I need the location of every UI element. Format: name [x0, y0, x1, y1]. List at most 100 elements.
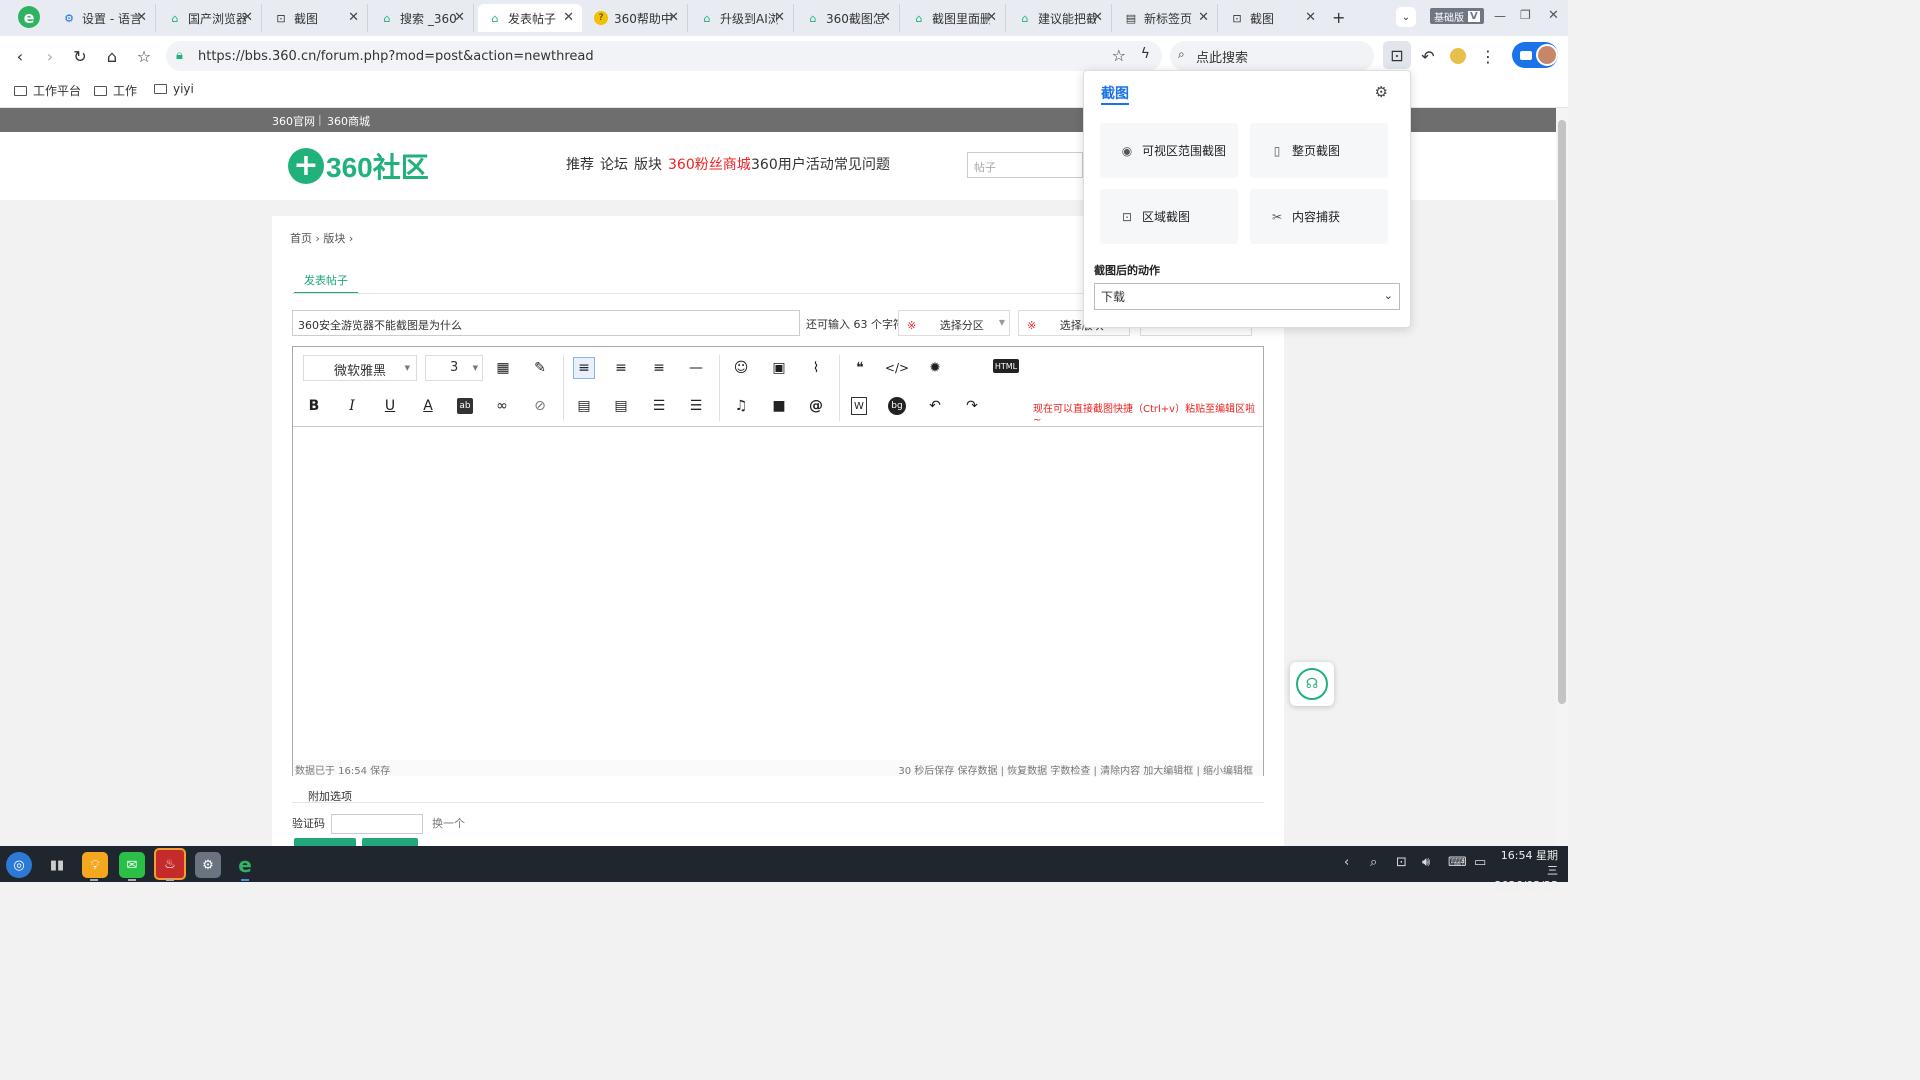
align-left-icon[interactable]: ≡	[573, 357, 595, 379]
visible-area-screenshot-button[interactable]: ◉ 可视区范围截图	[1100, 123, 1238, 178]
app-red-icon[interactable]: ♨	[154, 848, 186, 880]
nav-fan-mall[interactable]: 360粉丝商城	[668, 154, 751, 174]
link-360-official[interactable]: 360官网	[272, 113, 315, 129]
scrollbar-thumb[interactable]	[1558, 120, 1566, 704]
site-logo[interactable]: + 360社区	[288, 146, 429, 186]
app-light-icon[interactable]: 💡︎	[82, 852, 108, 878]
nav-faq[interactable]: 常见问题	[834, 154, 890, 174]
undo-icon[interactable]: ↶	[924, 395, 946, 417]
close-icon[interactable]: ✕	[136, 10, 147, 25]
breadcrumb-boards[interactable]: 版块	[323, 232, 345, 245]
new-tab-plus-icon[interactable]: +	[1332, 8, 1345, 27]
volume-icon[interactable]: 🔊︎	[1422, 855, 1430, 870]
full-page-screenshot-button[interactable]: ▯ 整页截图	[1250, 123, 1388, 178]
close-icon[interactable]: ✕	[242, 10, 253, 25]
background-image-icon[interactable]: bg	[888, 397, 906, 415]
editor-content-area[interactable]	[293, 428, 1263, 760]
region-screenshot-button[interactable]: ⊡ 区域截图	[1100, 189, 1238, 244]
tab-list-chevron-down-icon[interactable]: ⌄	[1396, 7, 1416, 27]
ordered-list-icon[interactable]: ☰	[648, 395, 670, 417]
align-center-icon[interactable]: ≡	[610, 357, 632, 379]
float-right-icon[interactable]: ▤	[610, 395, 632, 417]
close-icon[interactable]: ✕	[1092, 10, 1103, 25]
forward-arrow-icon[interactable]: ›	[38, 44, 62, 68]
menu-icon[interactable]: ⋮	[1476, 44, 1500, 68]
network-icon[interactable]: ⊡	[1396, 855, 1407, 870]
keyboard-icon[interactable]: ⌨	[1448, 855, 1467, 870]
settings-app-icon[interactable]: ⚙	[195, 852, 221, 878]
tab-search[interactable]: ⌂ 搜索 _360 ✕	[370, 4, 474, 32]
start-menu-icon[interactable]: ◎	[6, 852, 32, 878]
tab-screenshot-delete[interactable]: ⌂ 截图里面删 ✕	[902, 4, 1006, 32]
word-import-icon[interactable]: W	[851, 397, 867, 415]
close-icon[interactable]: ✕	[348, 10, 359, 25]
nav-recommend[interactable]: 推荐	[566, 154, 594, 174]
undo-icon[interactable]: ↶	[1416, 44, 1440, 68]
bookmark-folder-work[interactable]: 工作	[94, 82, 137, 99]
nav-user-activity[interactable]: 360用户活动	[751, 154, 834, 174]
task-view-icon[interactable]: ▮▮	[44, 852, 70, 878]
user-avatar[interactable]	[1512, 42, 1558, 68]
notification-icon[interactable]: ▭	[1474, 855, 1486, 870]
tab-screenshot-1[interactable]: ⊡ 截图 ✕	[264, 4, 368, 32]
tray-search-icon[interactable]: ⌕	[1370, 855, 1377, 870]
tab-new-thread-form[interactable]: 发表帖子	[294, 272, 358, 294]
close-icon[interactable]: ✕	[986, 10, 997, 25]
free-tag-icon[interactable]: ✹	[924, 357, 946, 379]
lightning-icon[interactable]: ϟ	[1141, 46, 1150, 62]
format-brush-icon[interactable]: ✎	[529, 357, 551, 379]
quote-icon[interactable]: ❝	[849, 357, 871, 379]
save-draft-button[interactable]	[362, 838, 418, 846]
minimize-icon[interactable]: —	[1494, 9, 1506, 23]
nav-boards[interactable]: 版块	[634, 154, 662, 174]
customer-service-button[interactable]: ☊	[1290, 662, 1334, 706]
extension-icon[interactable]	[1450, 48, 1466, 64]
nav-forum[interactable]: 论坛	[600, 154, 628, 174]
italic-icon[interactable]: I	[341, 395, 363, 417]
tray-expand-chevron-icon[interactable]: ‹	[1344, 855, 1349, 870]
code-icon[interactable]: </>	[885, 357, 909, 379]
browser-taskbar-icon[interactable]: e	[232, 852, 258, 878]
table-icon[interactable]: ▦	[492, 357, 514, 379]
bookmark-folder-work-platform[interactable]: 工作平台	[14, 82, 81, 99]
select-zone-dropdown[interactable]: ※ 选择分区 ▼	[898, 310, 1010, 336]
captcha-input[interactable]	[330, 814, 423, 834]
tab-settings[interactable]: ⚙ 设置 - 语言 ✕	[52, 4, 156, 32]
close-icon[interactable]: ✕	[668, 10, 679, 25]
editor-actions[interactable]: 30 秒后保存 保存数据 | 恢复数据 字数检查 | 清除内容 加大编辑框 | …	[898, 762, 1253, 777]
close-icon[interactable]: ✕	[880, 10, 891, 25]
post-title-input[interactable]: 360安全游览器不能截图是为什么	[292, 310, 800, 336]
unordered-list-icon[interactable]: ☰	[685, 395, 707, 417]
back-arrow-icon[interactable]: ‹	[8, 44, 32, 68]
tab-new-tab[interactable]: ▤ 新标签页 ✕	[1114, 4, 1218, 32]
video-icon[interactable]: ■	[768, 395, 790, 417]
bookmark-star-icon[interactable]: ☆	[132, 44, 156, 68]
redo-icon[interactable]: ↷	[961, 395, 983, 417]
search-input[interactable]: ⌕ 点此搜索	[1170, 41, 1374, 71]
html-mode-button[interactable]: HTML	[993, 359, 1019, 373]
font-color-icon[interactable]: A	[417, 395, 439, 417]
background-color-icon[interactable]: ab	[457, 398, 473, 414]
close-icon[interactable]: ✕	[1198, 10, 1209, 25]
close-icon[interactable]: ✕	[563, 10, 574, 25]
submit-button[interactable]	[294, 838, 356, 846]
tab-new-thread[interactable]: ⌂ 发表帖子 ✕	[478, 4, 582, 32]
home-icon[interactable]: ⌂	[100, 44, 124, 68]
music-icon[interactable]: ♫	[730, 395, 752, 417]
underline-icon[interactable]: U	[379, 395, 401, 417]
settings-gear-icon[interactable]: ⚙	[1375, 83, 1388, 101]
content-capture-button[interactable]: ✂ 内容捕获	[1250, 189, 1388, 244]
after-action-select[interactable]: 下载 ⌄	[1094, 283, 1400, 310]
close-icon[interactable]: ✕	[774, 10, 785, 25]
unlink-icon[interactable]: ⊘	[529, 395, 551, 417]
address-bar[interactable]: 🔒︎ https://bbs.360.cn/forum.php?mod=post…	[166, 41, 1162, 71]
font-size-select[interactable]: 3 ▼	[425, 355, 483, 381]
horizontal-rule-icon[interactable]: —	[685, 357, 707, 379]
reload-icon[interactable]: ↻	[68, 44, 92, 68]
site-search-input[interactable]: 帖子	[967, 152, 1083, 178]
edition-badge[interactable]: 基础版 V	[1430, 8, 1484, 24]
system-clock[interactable]: 16:54 星期三 2026/03/25	[1492, 848, 1558, 893]
close-icon[interactable]: ✕	[1305, 10, 1316, 25]
tab-upgrade-ai[interactable]: ⌂ 升级到AI浏 ✕	[690, 4, 794, 32]
breadcrumb-home[interactable]: 首页	[290, 232, 312, 245]
